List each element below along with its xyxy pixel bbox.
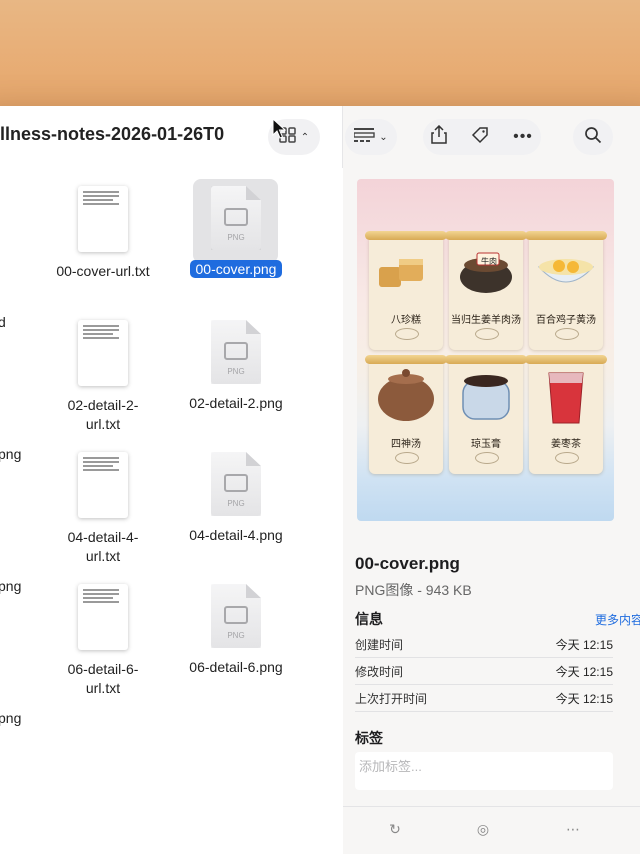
file-name: 00-cover-url.txt [56,263,150,279]
rotate-icon[interactable]: ↻ [387,821,403,837]
file-item[interactable]: PNG 06-detail-6.png [166,584,306,677]
bowl-illustration [537,259,595,283]
food-label: 百合鸡子黄汤 [536,315,596,326]
food-card: 八珍糕 [365,231,447,350]
text-file-icon [78,452,128,518]
food-label: 姜枣茶 [551,439,581,450]
file-item[interactable]: 04-detail-4- url.txt [33,452,173,566]
ellipsis-icon[interactable]: ••• [513,128,533,146]
image-file-icon: PNG [211,452,261,516]
info-value: 今天 12:15 [555,638,613,652]
gallery-view-button[interactable]: ⌄ [345,119,397,155]
preview-pane: ⌄ ••• 八珍糕 牛肉 当归生姜羊肉汤 百合鸡子黄汤 四神汤 琼玉膏 姜枣茶 … [343,106,640,854]
finder-window: llness-notes-2026-01-26T0... ⌃ d png png… [0,106,640,854]
text-file-icon [78,584,128,650]
info-key: 创建时间 [355,638,404,652]
file-item[interactable]: PNG 04-detail-4.png [166,452,306,545]
image-file-icon: PNG [211,320,261,384]
image-file-icon: PNG [211,584,261,648]
partial-label: png [0,578,22,594]
file-name: 04-detail-4- url.txt [67,529,139,564]
markup-icon[interactable]: ◎ [475,821,491,837]
image-file-icon: PNG [211,186,261,250]
food-card: 百合鸡子黄汤 [525,231,607,350]
search-button[interactable] [573,119,613,155]
clay-pot-illustration [378,369,434,421]
info-row: 修改时间 今天 12:15 [355,657,613,685]
chevron-down-icon: ⌄ [379,131,388,143]
pot-illustration [460,252,512,293]
partial-label: png [0,446,22,462]
file-item[interactable]: 06-detail-6- url.txt [33,584,173,698]
file-name: 06-detail-6- url.txt [67,661,139,696]
food-card: 牛肉 当归生姜羊肉汤 [445,231,527,350]
food-label: 四神汤 [391,439,421,450]
food-card: 四神汤 [365,355,447,474]
food-card: 琼玉膏 [445,355,527,474]
action-group: ••• [423,119,541,155]
file-name: 02-detail-2- url.txt [67,397,139,432]
food-label: 琼玉膏 [471,439,501,450]
window-title: llness-notes-2026-01-26T0... [0,124,225,144]
partial-label: png [0,710,22,726]
file-item[interactable]: 02-detail-2- url.txt [33,320,173,434]
food-label: 八珍糕 [391,315,421,326]
mouse-cursor-icon [272,117,287,145]
tags-input[interactable]: 添加标签... [355,752,613,790]
toolbar: llness-notes-2026-01-26T0... ⌃ [0,106,343,168]
file-name: 04-detail-4.png [189,527,283,543]
partial-label: d [0,314,6,330]
preview-filename: 00-cover.png [355,554,460,573]
file-grid: d png png png 00-cover-url.txt PNG 00-co… [0,168,343,854]
preview-bottom-bar: ↻ ◎ ⋯ [343,806,640,854]
share-icon[interactable] [431,124,447,149]
info-row: 创建时间 今天 12:15 [355,630,613,658]
food-card: 姜枣茶 [525,355,607,474]
tags-heading: 标签 [355,730,383,746]
info-heading: 信息 [355,611,383,627]
cover-badge: 牛肉 [481,257,497,266]
file-item[interactable]: PNG 02-detail-2.png [166,320,306,413]
cake-illustration [379,259,423,287]
info-value: 今天 12:15 [555,692,613,706]
file-item-selected[interactable]: PNG 00-cover.png [166,186,306,279]
file-name: 00-cover.png [166,260,306,279]
text-file-icon [78,186,128,252]
more-actions-icon[interactable]: ⋯ [565,821,581,837]
info-key: 修改时间 [355,665,404,679]
file-name: 06-detail-6.png [189,659,283,675]
info-key: 上次打开时间 [355,692,428,706]
info-row: 上次打开时间 今天 12:15 [355,684,613,712]
info-value: 今天 12:15 [555,665,613,679]
image-preview: 八珍糕 牛肉 当归生姜羊肉汤 百合鸡子黄汤 四神汤 琼玉膏 姜枣茶 [357,179,614,521]
gallery-icon [353,127,376,147]
file-summary: 00-cover.png PNG图像 - 943 KB [355,554,472,600]
tag-icon[interactable] [471,126,489,149]
preview-kind: PNG图像 - 943 KB [355,582,472,598]
file-name: 02-detail-2.png [189,395,283,411]
text-file-icon [78,320,128,386]
more-link[interactable]: 更多内容 [595,611,640,628]
file-item[interactable]: 00-cover-url.txt [33,186,173,281]
food-label: 当归生姜羊肉汤 [451,315,521,326]
search-icon [584,126,602,149]
chevron-updown-icon: ⌃ [300,131,310,143]
tea-glass-illustration [548,372,584,424]
jar-illustration [462,375,510,420]
